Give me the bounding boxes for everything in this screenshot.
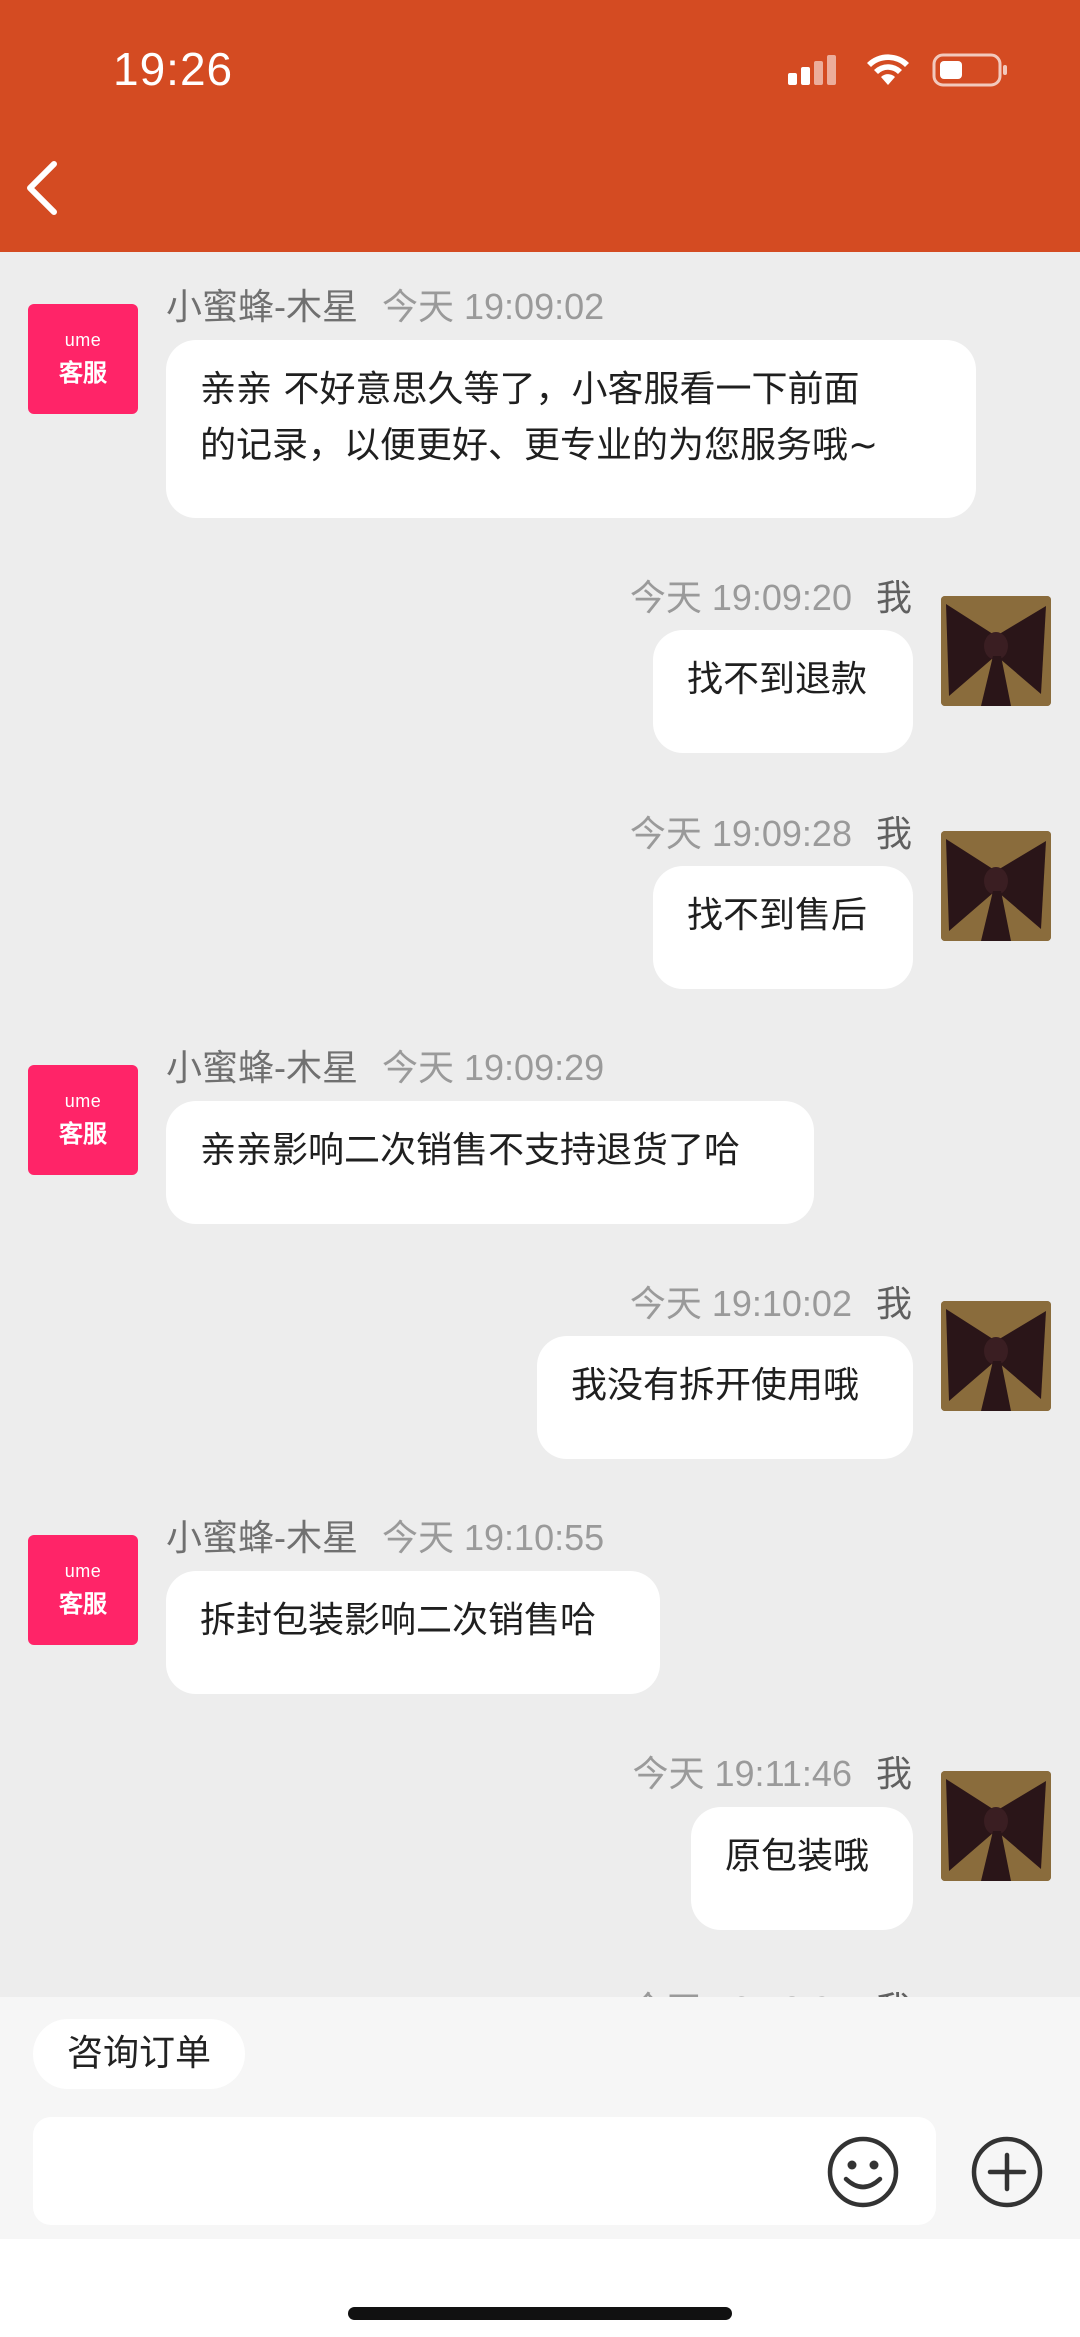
message-meta: 今天 19:09:20 我 (630, 569, 912, 621)
message-bubble[interactable]: 亲亲 不好意思久等了，小客服看一下前面 的记录，以便更好、更专业的为您服务哦~ (166, 340, 976, 518)
sender-name: 我 (875, 1753, 912, 1794)
my-avatar[interactable] (941, 596, 1051, 706)
message-line: 亲亲 不好意思久等了，小客服看一下前面 (200, 369, 860, 410)
message-text: 原包装哦 (725, 1836, 870, 1877)
message-bubble[interactable]: 找不到售后 (653, 866, 913, 989)
message-bubble[interactable]: 原包装哦 (691, 1807, 913, 1930)
bow-avatar-icon (941, 1771, 1051, 1881)
message-time: 今天 19:12:04 (630, 1989, 852, 1997)
my-avatar[interactable] (941, 831, 1051, 941)
sender-name: 小蜜蜂-木星 (166, 1517, 358, 1558)
status-icons (788, 52, 1010, 88)
message-meta: 今天 19:10:02 我 (630, 1275, 912, 1327)
message-text: 找不到退款 (687, 659, 868, 700)
bow-avatar-icon (941, 1301, 1051, 1411)
bow-avatar-icon (941, 831, 1051, 941)
message-meta: 小蜜蜂-木星 今天 19:09:02 (166, 278, 604, 330)
home-indicator[interactable] (348, 2307, 732, 2320)
status-time: 19:26 (113, 43, 234, 95)
consult-order-chip[interactable]: 咨询订单 (33, 2019, 246, 2089)
message-bubble[interactable]: 拆封包装影响二次销售哈 (166, 1571, 660, 1694)
message-input[interactable] (33, 2117, 936, 2225)
message-bubble[interactable]: 找不到退款 (653, 630, 913, 753)
bow-avatar-icon (941, 596, 1051, 706)
sender-name: 我 (875, 1283, 912, 1324)
message-text: 亲亲影响二次销售不支持退货了哈 (200, 1130, 741, 1171)
message-bubble[interactable]: 亲亲影响二次销售不支持退货了哈 (166, 1101, 814, 1224)
message-meta: 今天 19:12:04 我 (630, 1981, 912, 1997)
input-panel: 咨询订单 (0, 1997, 1080, 2337)
wifi-icon (867, 54, 909, 85)
emoji-icon[interactable] (826, 2135, 900, 2209)
sender-name: 小蜜蜂-木星 (166, 286, 358, 327)
sender-name: 我 (876, 1989, 912, 1997)
message-time: 今天 19:11:46 (632, 1753, 852, 1794)
message-time: 今天 19:09:20 (629, 577, 852, 618)
message-text: 找不到售后 (687, 895, 868, 936)
sender-name: 我 (875, 813, 912, 854)
sender-name: 我 (875, 577, 912, 618)
message-time: 今天 19:09:29 (382, 1047, 605, 1088)
message-meta: 小蜜蜂-木星 今天 19:10:55 (166, 1509, 604, 1561)
message-bubble[interactable]: 我没有拆开使用哦 (537, 1336, 913, 1459)
sender-name: 小蜜蜂-木星 (166, 1047, 358, 1088)
cellular-signal-icon (788, 55, 836, 85)
my-avatar[interactable] (941, 1301, 1051, 1411)
plus-circle-icon[interactable] (970, 2135, 1044, 2209)
message-meta: 小蜜蜂-木星 今天 19:09:29 (166, 1039, 604, 1091)
back-chevron-icon[interactable] (18, 158, 68, 218)
chat-list[interactable]: ume 客服 小蜜蜂-木星 今天 19:09:02 亲亲 不好意思久等了，小客服看… (0, 252, 1080, 1997)
message-text: 我没有拆开使用哦 (571, 1365, 860, 1406)
agent-avatar[interactable]: ume 客服 (28, 304, 138, 414)
message-time: 今天 19:09:02 (382, 286, 605, 327)
battery-icon (932, 53, 1007, 87)
message-time: 今天 19:09:28 (629, 813, 852, 854)
message-time: 今天 19:10:02 (629, 1283, 852, 1324)
my-avatar[interactable] (941, 1771, 1051, 1881)
top-bar: 19:26 (0, 0, 1080, 252)
message-meta: 今天 19:09:28 我 (630, 805, 912, 857)
agent-avatar[interactable]: ume 客服 (28, 1065, 138, 1175)
message-text: 拆封包装影响二次销售哈 (200, 1600, 597, 1641)
message-meta: 今天 19:11:46 我 (633, 1745, 912, 1797)
home-area (0, 2239, 1080, 2337)
agent-avatar[interactable]: ume 客服 (28, 1535, 138, 1645)
message-time: 今天 19:10:55 (382, 1517, 605, 1558)
message-line: 的记录，以便更好、更专业的为您服务哦~ (200, 425, 879, 466)
